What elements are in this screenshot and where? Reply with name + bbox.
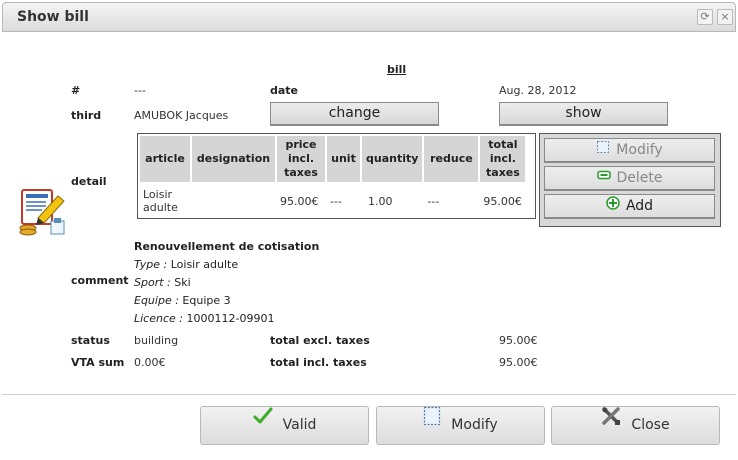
comment-key: Licence : xyxy=(134,312,183,325)
status-value: building xyxy=(134,334,179,347)
date-label: date xyxy=(270,84,299,97)
comment-key: Equipe : xyxy=(134,294,179,307)
table-cell: --- xyxy=(427,194,440,208)
total-incl-value: 95.00€ xyxy=(499,356,538,369)
checkmark-icon xyxy=(253,404,273,441)
close-window-icon[interactable]: × xyxy=(717,9,733,25)
number-label: # xyxy=(71,84,81,97)
modify-label: Modify xyxy=(451,417,498,433)
total-excl-value: 95.00€ xyxy=(499,334,538,347)
valid-label: Valid xyxy=(282,417,317,433)
third-label: third xyxy=(71,109,102,122)
comment-title: Renouvellement de cotisation xyxy=(134,240,320,253)
table-cell: --- xyxy=(330,194,342,208)
footer-separator xyxy=(2,394,736,395)
table-cell: 95.00€ xyxy=(280,194,319,208)
detail-table: article designation price incl. taxes un… xyxy=(138,134,527,220)
close-label: Close xyxy=(631,417,670,433)
comment-text: Renouvellement de cotisation Type : Lois… xyxy=(134,238,319,328)
comment-line: Licence : 1000112-09901 xyxy=(134,310,319,328)
comment-value: Ski xyxy=(174,276,191,289)
column-header[interactable]: designation xyxy=(192,136,275,182)
comment-value: Loisir adulte xyxy=(170,258,239,271)
column-header[interactable]: reduce xyxy=(424,136,479,182)
column-header[interactable]: quantity xyxy=(362,136,423,182)
modify-line-label: Modify xyxy=(616,142,663,158)
dialog-title: Show bill xyxy=(17,9,89,25)
dialog-titlebar: Show bill ⟳ × xyxy=(2,2,736,32)
delete-line-button[interactable]: Delete xyxy=(544,166,715,191)
comment-line: Sport : Ski xyxy=(134,274,319,292)
tools-close-icon xyxy=(601,404,621,441)
status-label: status xyxy=(71,334,110,347)
comment-key: Type : xyxy=(134,258,168,271)
close-button[interactable]: Close xyxy=(551,406,720,445)
total-excl-label: total excl. taxes xyxy=(270,334,370,347)
minus-icon xyxy=(596,167,611,189)
comment-line: Type : Loisir adulte xyxy=(134,256,319,274)
comment-value: 1000112-09901 xyxy=(186,312,275,325)
change-button[interactable]: change xyxy=(270,102,439,126)
date-value: Aug. 28, 2012 xyxy=(499,84,577,97)
invoice-edit-icon xyxy=(18,188,68,238)
total-incl-label: total incl. taxes xyxy=(270,356,367,369)
detail-label: detail xyxy=(71,175,107,188)
vta-value: 0.00€ xyxy=(134,356,166,369)
delete-line-label: Delete xyxy=(616,170,663,186)
add-line-button[interactable]: Add xyxy=(544,194,715,219)
frame-icon xyxy=(596,139,610,161)
modify-line-button[interactable]: Modify xyxy=(544,138,715,163)
column-header[interactable]: unit xyxy=(327,136,360,182)
frame-icon xyxy=(423,404,441,441)
table-cell: 95.00€ xyxy=(483,194,522,208)
table-cell: Loisir adulte xyxy=(143,188,178,214)
valid-button[interactable]: Valid xyxy=(200,406,369,445)
table-row[interactable]: Loisir adulte 95.00€ --- 1.00 --- 95.00€ xyxy=(140,184,525,218)
column-header[interactable]: total incl. taxes xyxy=(480,136,526,182)
third-value: AMUBOK Jacques xyxy=(134,109,229,122)
modify-button[interactable]: Modify xyxy=(376,406,545,445)
detail-table-container: article designation price incl. taxes un… xyxy=(137,133,536,219)
bill-heading: bill xyxy=(387,63,407,76)
column-header[interactable]: article xyxy=(140,136,190,182)
restore-icon[interactable]: ⟳ xyxy=(697,9,713,25)
comment-key: Sport : xyxy=(134,276,171,289)
comment-line: Equipe : Equipe 3 xyxy=(134,292,319,310)
show-button[interactable]: show xyxy=(499,102,668,126)
table-cell xyxy=(192,184,275,218)
plus-icon xyxy=(606,195,620,217)
column-header[interactable]: price incl. taxes xyxy=(277,136,325,182)
comment-value: Equipe 3 xyxy=(182,294,231,307)
table-cell: 1.00 xyxy=(368,194,393,208)
vta-label: VTA sum xyxy=(71,356,125,369)
detail-actions-panel: Modify Delete Add xyxy=(539,133,721,227)
add-line-label: Add xyxy=(625,198,654,214)
comment-label: comment xyxy=(71,274,129,287)
number-value: --- xyxy=(134,84,146,97)
